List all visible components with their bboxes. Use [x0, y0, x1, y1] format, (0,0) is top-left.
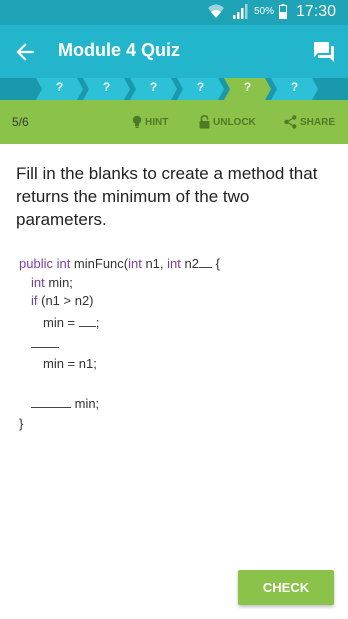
code-line-1: public int minFunc(int n1, int n2 {: [19, 256, 220, 271]
blank-input-3[interactable]: [31, 336, 59, 348]
arrow-back-icon: [16, 43, 34, 61]
code-line-6: min = n1;: [43, 356, 97, 371]
comments-button[interactable]: [312, 40, 336, 64]
step-label: ?: [243, 80, 252, 94]
code-text: }: [19, 416, 24, 431]
lightbulb-icon: [132, 115, 142, 128]
app-bar: Module 4 Quiz: [0, 25, 348, 78]
status-bar: 50% 17:30: [0, 0, 348, 25]
question-counter: 5/6: [12, 115, 29, 129]
code-keyword: public int: [19, 256, 71, 271]
code-text: min;: [71, 396, 100, 411]
share-button[interactable]: SHARE: [284, 112, 335, 132]
blank-input-1[interactable]: [198, 256, 212, 268]
code-text: n1,: [141, 256, 168, 271]
check-button[interactable]: CHECK: [238, 570, 334, 605]
code-text: n2: [180, 256, 199, 271]
hint-button[interactable]: HINT: [132, 112, 168, 132]
step-label: ?: [55, 80, 64, 94]
battery-icon: [279, 4, 287, 19]
code-keyword: int: [128, 256, 142, 271]
share-icon: [284, 115, 297, 129]
code-line-8: min;: [31, 396, 99, 411]
quiz-toolbar: 5/6 HINT UNLOCK SHARE: [0, 100, 348, 144]
progress-step-3[interactable]: ?: [130, 78, 177, 100]
code-line-5: [31, 336, 59, 351]
code-line-3: if (n1 > n2): [31, 293, 94, 308]
code-keyword: int: [167, 256, 181, 271]
code-line-9: }: [19, 416, 23, 431]
progress-step-6[interactable]: ?: [271, 78, 318, 100]
step-label: ?: [149, 80, 158, 94]
code-text: min;: [44, 275, 73, 290]
signal-icon: [233, 4, 248, 19]
blank-input-2[interactable]: [78, 315, 96, 327]
comments-icon: [314, 42, 334, 62]
step-label: ?: [196, 80, 205, 94]
code-text: ;: [95, 315, 100, 330]
page-title: Module 4 Quiz: [58, 40, 181, 60]
code-text: min = n1;: [43, 356, 97, 371]
code-text: {: [211, 256, 220, 271]
code-text: min =: [43, 315, 79, 330]
hint-label: HINT: [145, 116, 169, 128]
battery-percent: 50%: [254, 6, 275, 17]
code-keyword: int: [31, 275, 45, 290]
lock-open-icon: [199, 115, 210, 129]
progress-step-5-current[interactable]: ?: [224, 78, 271, 100]
progress-step-2[interactable]: ?: [83, 78, 130, 100]
question-text: Fill in the blanks to create a method th…: [16, 164, 318, 229]
step-label: ?: [290, 80, 299, 94]
wifi-icon: [208, 4, 224, 18]
unlock-button[interactable]: UNLOCK: [199, 112, 256, 132]
code-text: minFunc(: [70, 256, 129, 271]
quiz-screen: 50% 17:30 Module 4 Quiz ? ? ? ? ? ? 5/6 …: [0, 0, 348, 619]
code-text: (n1 > n2): [37, 293, 94, 308]
clock: 17:30: [296, 3, 337, 20]
code-line-2: int min;: [31, 275, 73, 290]
code-line-4: min = ;: [43, 315, 99, 330]
progress-step-4[interactable]: ?: [177, 78, 224, 100]
back-button[interactable]: [12, 39, 38, 65]
question-progress: ? ? ? ? ? ?: [0, 78, 348, 100]
progress-step-1[interactable]: ?: [36, 78, 83, 100]
blank-input-4[interactable]: [31, 396, 71, 408]
unlock-label: UNLOCK: [213, 116, 256, 128]
step-label: ?: [102, 80, 111, 94]
share-label: SHARE: [300, 116, 336, 128]
